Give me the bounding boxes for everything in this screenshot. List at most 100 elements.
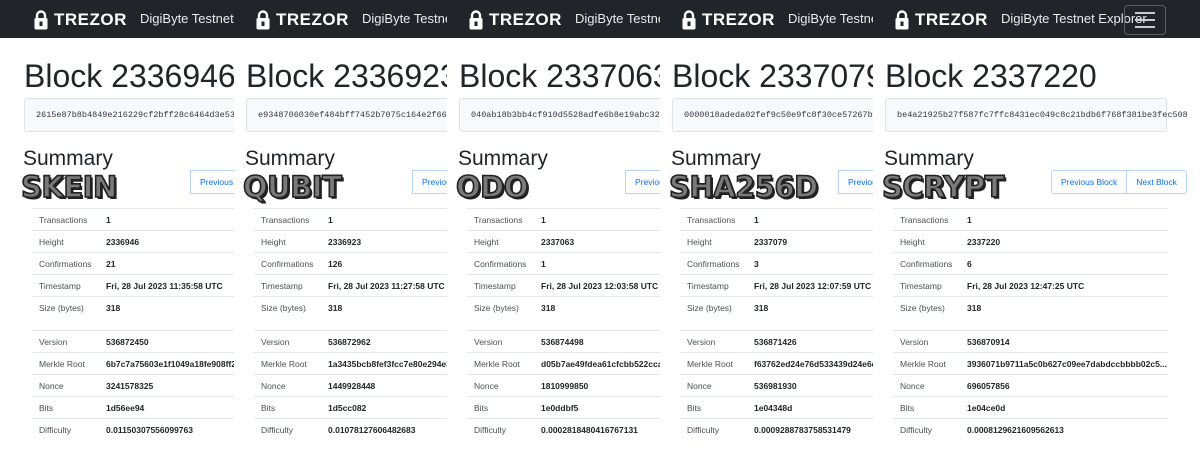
detail-label: Merkle Root	[474, 359, 520, 369]
explorer-title[interactable]: DigiByte Testnet Explorer	[788, 11, 873, 26]
detail-value: 2337220	[967, 237, 1001, 247]
detail-label: Merkle Root	[39, 359, 85, 369]
block-hash-field[interactable]: be4a21925b27f587fc7ffc8431ec049c8c21bdb6…	[885, 98, 1188, 132]
navbar: TREZOR DigiByte Testnet Explorer	[234, 0, 447, 38]
detail-value: 1a3435bcb8fef3fcc7e80e294e3	[328, 359, 447, 369]
detail-row-confirmations: Confirmations 21	[32, 252, 234, 274]
block-nav-buttons: Previou	[625, 170, 660, 194]
detail-row-version: Version 536874498	[467, 330, 660, 352]
block-hash-field[interactable]: e9348706030ef484bff7452b7075c164e2f66e87…	[246, 98, 447, 132]
detail-label: Transactions	[474, 215, 523, 225]
hamburger-menu-button[interactable]	[1124, 5, 1166, 35]
detail-label: Height	[39, 237, 64, 247]
detail-label: Nonce	[900, 381, 925, 391]
detail-row-merkle-root: Merkle Root d05b7ae49fdea61cfcbb522cca6	[467, 352, 660, 374]
detail-value: 1	[754, 215, 759, 225]
detail-label: Difficulty	[261, 425, 293, 435]
hamburger-icon-line	[1135, 26, 1155, 28]
brand-name: TREZOR	[54, 10, 127, 29]
detail-label: Bits	[900, 403, 915, 413]
brand-name: TREZOR	[276, 10, 349, 29]
previous-block-button[interactable]: Previou	[838, 170, 873, 194]
block-hash-field[interactable]: 040ab18b3bb4cf910d5528adfe6b8e19abc323e8…	[459, 98, 660, 132]
lock-icon	[682, 10, 696, 30]
detail-value: Fri, 28 Jul 2023 12:47:25 UTC	[967, 281, 1085, 291]
block-hash: be4a21925b27f587fc7ffc8431ec049c8c21bdb6…	[897, 110, 1188, 120]
detail-row-merkle-root: Merkle Root 1a3435bcb8fef3fcc7e80e294e3	[254, 352, 447, 374]
lock-icon	[34, 10, 48, 30]
detail-label: Difficulty	[474, 425, 506, 435]
detail-value: 3936071b9711a5c0b627c09ee7dabdccbbbb02c5…	[967, 359, 1167, 369]
block-hash-field[interactable]: 0000018adeda02fef9c50e9fc8f30ce57267b70f…	[672, 98, 873, 132]
detail-value: 1	[967, 215, 972, 225]
detail-row-version: Version 536871426	[680, 330, 873, 352]
previous-block-button[interactable]: Previou	[412, 170, 447, 194]
navbar: TREZOR DigiByte Testnet Explorer	[447, 0, 660, 38]
detail-label: Height	[900, 237, 925, 247]
block-panel-3: TREZOR DigiByte Testnet Explorer Block 2…	[447, 0, 660, 467]
detail-row-size: Size (bytes) 318	[893, 296, 1168, 318]
block-nav-buttons: Previous Block Next Block	[1051, 170, 1187, 194]
detail-value: 1810999850	[541, 381, 589, 391]
explorer-title[interactable]: DigiByte Testnet Explorer	[362, 11, 447, 26]
block-hash: 0000018adeda02fef9c50e9fc8f30ce57267b70f…	[684, 110, 873, 120]
next-block-button[interactable]: Next Block	[1127, 170, 1187, 194]
detail-value: 536872962	[328, 337, 371, 347]
algorithm-label: SKEIN	[20, 169, 118, 205]
detail-label: Height	[474, 237, 499, 247]
detail-label: Timestamp	[900, 281, 942, 291]
detail-label: Merkle Root	[900, 359, 946, 369]
detail-label: Transactions	[900, 215, 949, 225]
previous-block-button[interactable]: Previous B	[190, 170, 234, 194]
detail-value: Fri, 28 Jul 2023 11:35:58 UTC	[106, 281, 223, 291]
previous-block-button[interactable]: Previous Block	[1051, 170, 1128, 194]
trezor-logo[interactable]: TREZOR	[34, 9, 127, 31]
trezor-logo[interactable]: TREZOR	[682, 9, 775, 31]
detail-label: Nonce	[474, 381, 499, 391]
block-hash-field[interactable]: 2615e87b8b4849e216229cf2bff28c6464d3e53b…	[24, 98, 234, 132]
detail-value: 1e04ce0d	[967, 403, 1006, 413]
detail-row-size: Size (bytes) 318	[254, 296, 447, 318]
block-nav-buttons: Previou	[838, 170, 873, 194]
block-hash: 040ab18b3bb4cf910d5528adfe6b8e19abc323e8…	[471, 110, 660, 120]
detail-label: Transactions	[687, 215, 736, 225]
detail-value: 1449928448	[328, 381, 376, 391]
detail-label: Nonce	[687, 381, 712, 391]
explorer-title[interactable]: DigiByte Testnet Explorer	[140, 11, 234, 26]
detail-label: Bits	[474, 403, 489, 413]
trezor-logo[interactable]: TREZOR	[256, 9, 349, 31]
summary-heading: Summary	[884, 147, 974, 170]
detail-row-bits: Bits 1d5cc082	[254, 396, 447, 418]
detail-label: Height	[687, 237, 712, 247]
block-panel-1: TREZOR DigiByte Testnet Explorer Block 2…	[12, 0, 234, 467]
detail-row-size: Size (bytes) 318	[32, 296, 234, 318]
detail-label: Merkle Root	[261, 359, 307, 369]
detail-value: 0.01150307556099763	[106, 425, 193, 435]
previous-block-button[interactable]: Previou	[625, 170, 660, 194]
detail-row-height: Height 2337220	[893, 230, 1168, 252]
detail-row-height: Height 2337079	[680, 230, 873, 252]
algorithm-label: ODO	[455, 169, 529, 205]
detail-value: 2336946	[106, 237, 140, 247]
detail-row-bits: Bits 1e04348d	[680, 396, 873, 418]
detail-label: Version	[261, 337, 290, 347]
detail-value: 3241578325	[106, 381, 154, 391]
trezor-logo[interactable]: TREZOR	[895, 9, 988, 31]
detail-value: 1	[328, 215, 333, 225]
block-title: Block 2337063	[459, 58, 660, 94]
explorer-title[interactable]: DigiByte Testnet Explorer	[575, 11, 660, 26]
detail-label: Confirmations	[474, 259, 527, 269]
trezor-logo[interactable]: TREZOR	[469, 9, 562, 31]
detail-label: Version	[900, 337, 929, 347]
detail-row-transactions: Transactions 1	[467, 208, 660, 230]
detail-value: 1e04348d	[754, 403, 793, 413]
detail-row-confirmations: Confirmations 1	[467, 252, 660, 274]
detail-row-size: Size (bytes) 318	[467, 296, 660, 318]
detail-row-confirmations: Confirmations 3	[680, 252, 873, 274]
detail-label: Timestamp	[261, 281, 303, 291]
detail-label: Timestamp	[474, 281, 516, 291]
detail-label: Confirmations	[687, 259, 740, 269]
block-panel-2: TREZOR DigiByte Testnet Explorer Block 2…	[234, 0, 447, 467]
detail-row-height: Height 2336946	[32, 230, 234, 252]
detail-row-nonce: Nonce 696057856	[893, 374, 1168, 396]
